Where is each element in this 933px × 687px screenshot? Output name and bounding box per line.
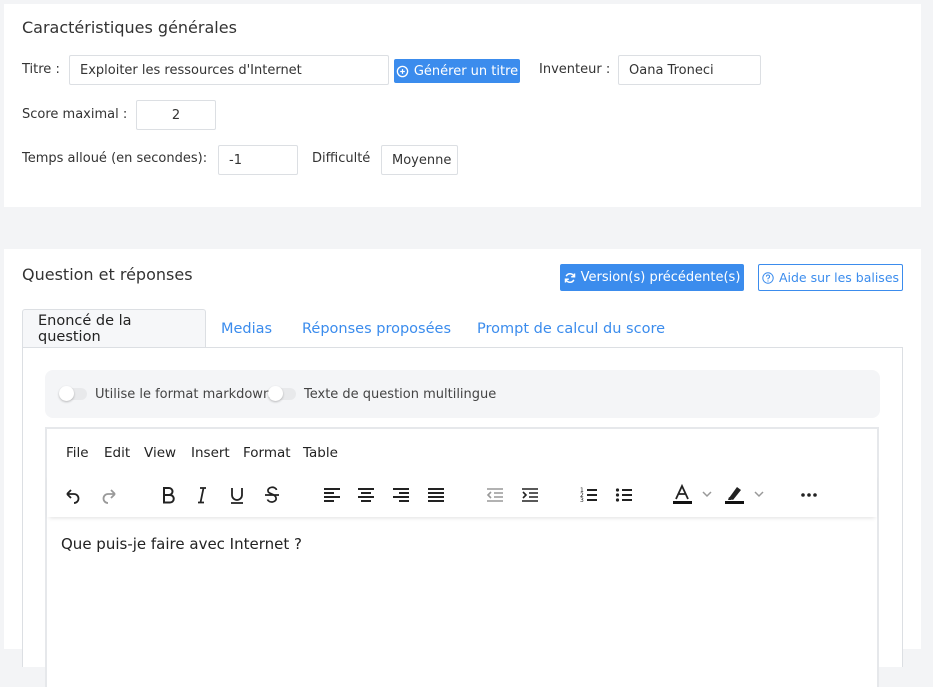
text-color-icon[interactable] [671,482,717,508]
difficulte-label: Difficulté [312,151,371,166]
menu-edit[interactable]: Edit [104,445,130,461]
more-icon[interactable] [796,482,822,508]
markdown-toggle[interactable] [59,386,87,401]
options-toggle-bar: Utilise le format markdown Texte de ques… [45,370,880,418]
indent-icon[interactable] [517,482,543,508]
general-characteristics-card: Caractéristiques générales Titre : Explo… [4,4,921,207]
multilingual-toggle-label: Texte de question multilingue [304,387,497,402]
inventeur-input[interactable]: Oana Troneci [618,55,761,85]
score-max-input[interactable]: 2 [136,100,216,130]
align-justify-icon[interactable] [423,482,449,508]
previous-versions-button[interactable]: Version(s) précédente(s) [560,264,744,291]
general-characteristics-title: Caractéristiques générales [22,18,237,37]
outdent-icon[interactable] [482,482,508,508]
menu-file[interactable]: File [66,445,89,461]
question-tabs: Enoncé de la question Medias Réponses pr… [22,309,902,348]
difficulte-select[interactable]: Moyenne [381,145,458,175]
tag-help-button[interactable]: Aide sur les balises [758,264,903,291]
tab-prompt-calcul-score[interactable]: Prompt de calcul du score [462,309,680,348]
editor-content[interactable]: Que puis-je faire avec Internet ? [61,535,302,553]
temps-alloue-input[interactable]: -1 [218,145,298,175]
undo-icon[interactable] [59,482,85,508]
menu-view[interactable]: View [144,445,176,461]
markdown-toggle-label: Utilise le format markdown [95,387,272,402]
generate-title-label: Générer un titre [413,63,519,79]
generate-title-button[interactable]: Générer un titre [394,59,520,83]
question-answers-title: Question et réponses [22,265,193,284]
align-right-icon[interactable] [388,482,414,508]
bold-icon[interactable] [155,482,181,508]
align-left-icon[interactable] [319,482,345,508]
italic-icon[interactable] [189,482,215,508]
question-answers-card: Question et réponses Version(s) précéden… [4,249,921,687]
menu-insert[interactable]: Insert [191,445,230,461]
bullet-list-icon[interactable] [611,482,637,508]
question-circle-icon [762,271,774,284]
titre-label: Titre : [22,62,60,77]
svg-text:3: 3 [580,497,584,504]
multilingual-toggle[interactable] [268,386,296,401]
score-max-label: Score maximal : [22,107,128,122]
highlight-color-icon[interactable] [723,482,769,508]
refresh-icon [564,272,575,283]
previous-versions-label: Version(s) précédente(s) [580,270,741,285]
menu-table[interactable]: Table [303,445,338,461]
inventeur-label: Inventeur : [539,62,611,77]
menu-format[interactable]: Format [243,445,291,461]
tab-medias[interactable]: Medias [206,309,287,348]
redo-icon[interactable] [97,482,123,508]
temps-alloue-label: Temps alloué (en secondes): [22,151,208,166]
sparkle-icon [396,65,409,77]
strikethrough-icon[interactable] [259,482,285,508]
underline-icon[interactable] [224,482,250,508]
numbered-list-icon[interactable]: 123 [576,482,602,508]
editor-menubar: File Edit View Insert Format Table [47,429,877,473]
tag-help-label: Aide sur les balises [778,270,900,285]
question-tab-panel: Utilise le format markdown Texte de ques… [22,347,903,687]
align-center-icon[interactable] [353,482,379,508]
tab-enonce-question[interactable]: Enoncé de la question [22,309,206,348]
editor-toolbar: 123 [47,473,877,517]
titre-input[interactable]: Exploiter les ressources d'Internet [69,55,389,85]
rich-text-editor: File Edit View Insert Format Table 1 2 3… [45,427,879,687]
tab-reponses-proposees[interactable]: Réponses proposées [287,309,466,348]
